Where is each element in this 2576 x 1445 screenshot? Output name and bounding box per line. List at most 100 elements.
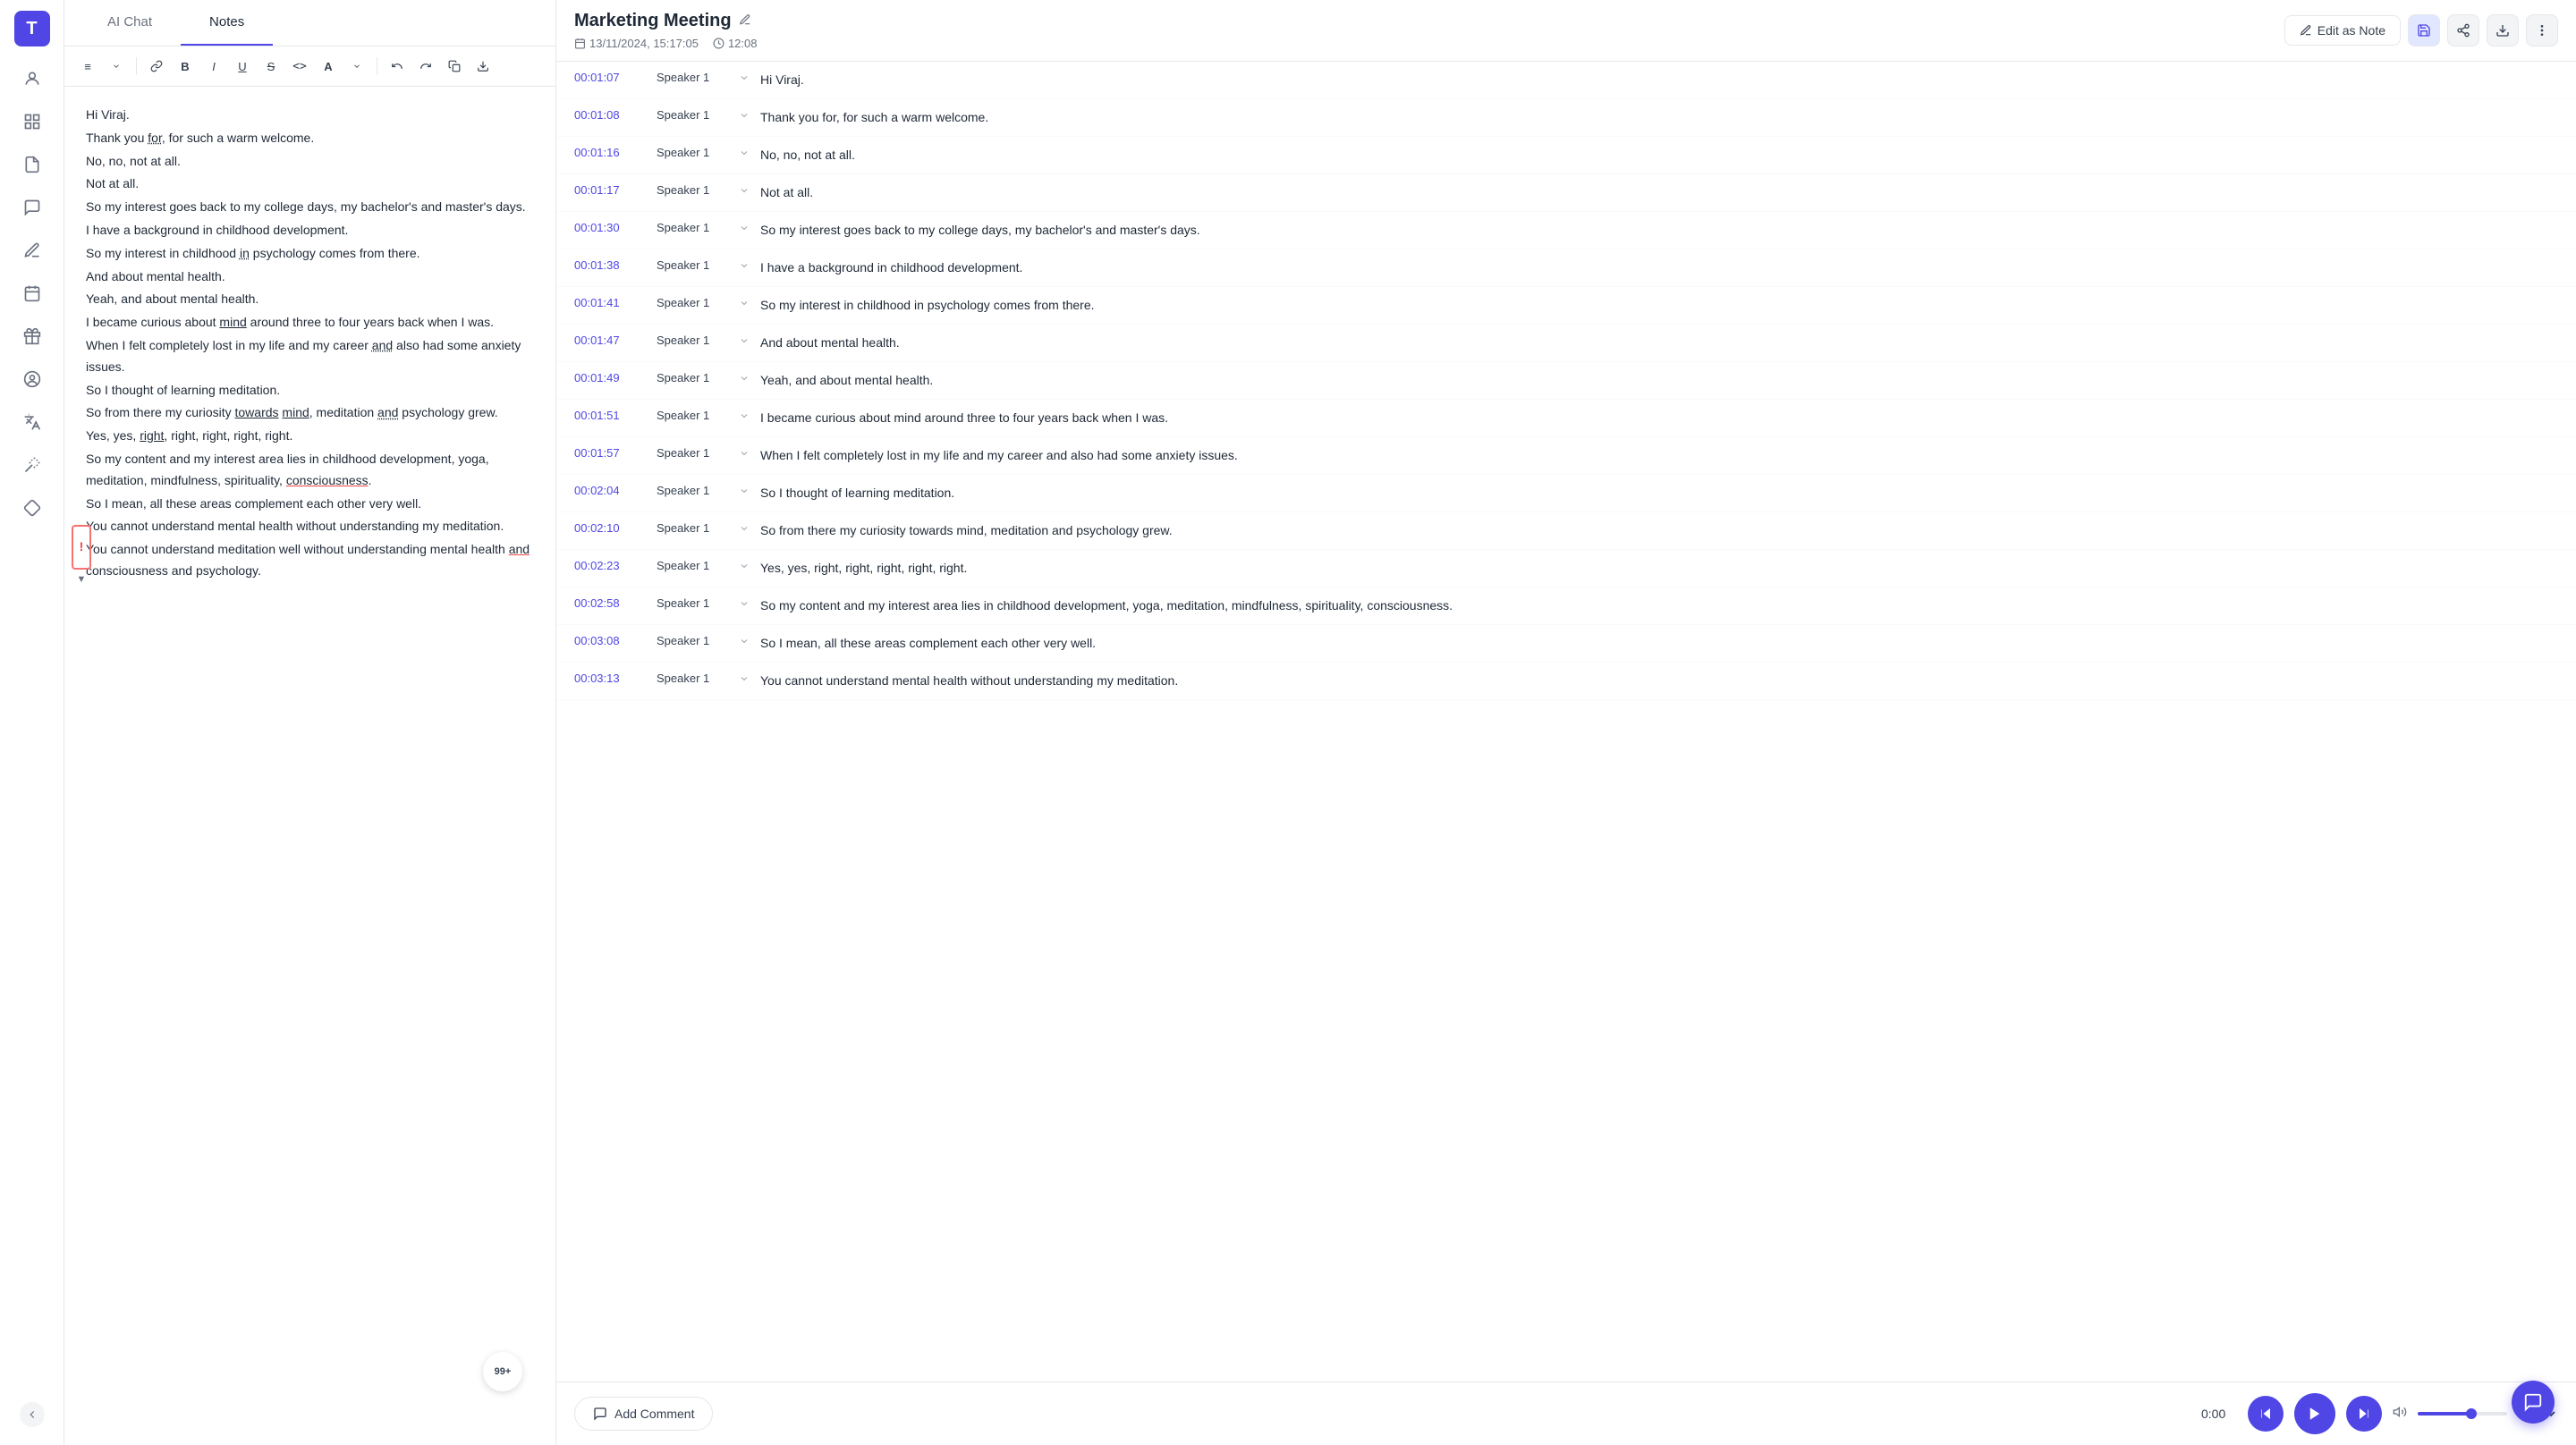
skip-back-button[interactable]	[2248, 1396, 2284, 1432]
download-button[interactable]	[470, 54, 496, 79]
chat-icon[interactable]	[14, 190, 50, 225]
transcript-time-2[interactable]: 00:01:16	[574, 146, 646, 159]
download-icon-button[interactable]	[2487, 14, 2519, 46]
users-icon[interactable]	[14, 61, 50, 97]
calendar-icon[interactable]	[14, 275, 50, 311]
transcript-chevron-7[interactable]	[739, 335, 750, 349]
transcript-time-6[interactable]: 00:01:41	[574, 296, 646, 309]
transcript-row: 00:03:08 Speaker 1 So I mean, all these …	[556, 625, 2576, 663]
magic-icon[interactable]	[14, 447, 50, 483]
editor-line-13[interactable]: So from there my curiosity towards mind,…	[86, 402, 534, 424]
align-dropdown-button[interactable]	[104, 54, 129, 79]
editor-line-8[interactable]: And about mental health.	[86, 266, 534, 288]
transcript-time-14[interactable]: 00:02:58	[574, 596, 646, 610]
editor-line-1[interactable]: Hi Viraj.	[86, 105, 534, 126]
editor-line-6[interactable]: I have a background in childhood develop…	[86, 220, 534, 241]
transcript-time-11[interactable]: 00:02:04	[574, 484, 646, 497]
strikethrough-button[interactable]: S	[258, 54, 284, 79]
transcript-chevron-14[interactable]	[739, 598, 750, 612]
share-icon-button[interactable]	[2447, 14, 2479, 46]
transcript-chevron-8[interactable]	[739, 373, 750, 386]
tab-notes[interactable]: Notes	[181, 0, 273, 46]
undo-button[interactable]	[385, 54, 410, 79]
tab-ai-chat[interactable]: AI Chat	[79, 0, 181, 46]
diamond-icon[interactable]	[14, 490, 50, 526]
translate-icon[interactable]	[14, 404, 50, 440]
transcript-time-12[interactable]: 00:02:10	[574, 521, 646, 535]
transcript-chevron-0[interactable]	[739, 72, 750, 86]
play-pause-button[interactable]	[2294, 1393, 2335, 1434]
transcript-chevron-3[interactable]	[739, 185, 750, 199]
transcript-chevron-15[interactable]	[739, 636, 750, 649]
skip-forward-button[interactable]	[2346, 1396, 2382, 1432]
code-button[interactable]: <>	[287, 54, 312, 79]
editor-line-15[interactable]: So my content and my interest area lies …	[86, 449, 534, 492]
transcript-row: 00:01:49 Speaker 1 Yeah, and about menta…	[556, 362, 2576, 400]
font-color-dropdown[interactable]	[344, 54, 369, 79]
transcript-chevron-6[interactable]	[739, 298, 750, 311]
volume-button[interactable]	[2393, 1405, 2407, 1424]
editor-line-14[interactable]: Yes, yes, right, right, right, right, ri…	[86, 426, 534, 447]
editor-line-10[interactable]: I became curious about mind around three…	[86, 312, 534, 334]
transcript-chevron-10[interactable]	[739, 448, 750, 461]
transcript-time-10[interactable]: 00:01:57	[574, 446, 646, 460]
transcript-chevron-2[interactable]	[739, 148, 750, 161]
meeting-title-container: Marketing Meeting	[574, 11, 757, 31]
transcript-time-1[interactable]: 00:01:08	[574, 108, 646, 122]
collapse-sidebar-button[interactable]	[20, 1402, 45, 1427]
editor-line-18[interactable]: You cannot understand meditation well wi…	[86, 539, 534, 582]
editor-line-7[interactable]: So my interest in childhood in psycholog…	[86, 243, 534, 265]
edit-title-icon[interactable]	[739, 13, 751, 29]
app-logo[interactable]: T	[14, 11, 50, 46]
editor-line-17[interactable]: You cannot understand mental health with…	[86, 516, 534, 537]
redo-button[interactable]	[413, 54, 438, 79]
transcript-time-0[interactable]: 00:01:07	[574, 71, 646, 84]
transcript-time-3[interactable]: 00:01:17	[574, 183, 646, 197]
underline-button[interactable]: U	[230, 54, 255, 79]
transcript-chevron-16[interactable]	[739, 673, 750, 687]
transcript-time-9[interactable]: 00:01:51	[574, 409, 646, 422]
link-button[interactable]	[144, 54, 169, 79]
italic-button[interactable]: I	[201, 54, 226, 79]
more-options-button[interactable]	[2526, 14, 2558, 46]
align-button[interactable]: ≡	[75, 54, 100, 79]
transcript-chevron-1[interactable]	[739, 110, 750, 123]
transcript-time-8[interactable]: 00:01:49	[574, 371, 646, 384]
transcript-time-15[interactable]: 00:03:08	[574, 634, 646, 647]
editor-line-16[interactable]: So I mean, all these areas complement ea…	[86, 494, 534, 515]
font-color-button[interactable]: A	[316, 54, 341, 79]
transcript-chevron-4[interactable]	[739, 223, 750, 236]
editor-line-5[interactable]: So my interest goes back to my college d…	[86, 197, 534, 218]
editor-line-12[interactable]: So I thought of learning meditation.	[86, 380, 534, 401]
editor-area[interactable]: ! ▼ Hi Viraj. Thank you for, for such a …	[64, 87, 555, 1445]
edit-as-note-button[interactable]: Edit as Note	[2284, 15, 2401, 46]
notification-badge[interactable]: 99+	[483, 1352, 522, 1391]
editor-line-9[interactable]: Yeah, and about mental health.	[86, 289, 534, 310]
chat-bubble-button[interactable]	[2512, 1381, 2555, 1424]
editor-line-3[interactable]: No, no, not at all.	[86, 151, 534, 173]
transcript-time-16[interactable]: 00:03:13	[574, 672, 646, 685]
editor-line-2[interactable]: Thank you for, for such a warm welcome.	[86, 128, 534, 149]
transcript-time-7[interactable]: 00:01:47	[574, 334, 646, 347]
editor-line-11[interactable]: When I felt completely lost in my life a…	[86, 335, 534, 378]
document-icon[interactable]	[14, 147, 50, 182]
transcript-chevron-5[interactable]	[739, 260, 750, 274]
copy-button[interactable]	[442, 54, 467, 79]
transcript-chevron-12[interactable]	[739, 523, 750, 537]
gift-icon[interactable]	[14, 318, 50, 354]
progress-bar[interactable]	[2418, 1412, 2507, 1415]
transcript-chevron-9[interactable]	[739, 410, 750, 424]
transcript-time-5[interactable]: 00:01:38	[574, 258, 646, 272]
add-comment-button[interactable]: Add Comment	[574, 1397, 713, 1431]
transcript-chevron-13[interactable]	[739, 561, 750, 574]
save-icon-button[interactable]	[2408, 14, 2440, 46]
transcript-row: 00:03:13 Speaker 1 You cannot understand…	[556, 663, 2576, 700]
bold-button[interactable]: B	[173, 54, 198, 79]
transcript-time-13[interactable]: 00:02:23	[574, 559, 646, 572]
transcript-chevron-11[interactable]	[739, 486, 750, 499]
pencil-icon[interactable]	[14, 232, 50, 268]
editor-line-4[interactable]: Not at all.	[86, 173, 534, 195]
grid-icon[interactable]	[14, 104, 50, 139]
person-icon[interactable]	[14, 361, 50, 397]
transcript-time-4[interactable]: 00:01:30	[574, 221, 646, 234]
